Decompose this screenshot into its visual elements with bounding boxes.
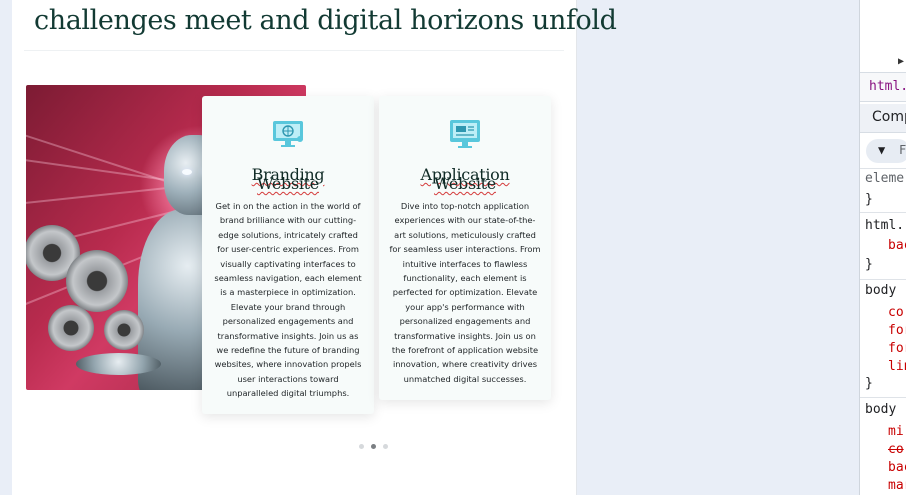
style-property[interactable]: for xyxy=(888,322,906,340)
card-description: Get in on the action in the world of bra… xyxy=(214,201,362,399)
carousel-dot[interactable] xyxy=(359,444,364,449)
carousel-dot-active[interactable] xyxy=(371,444,376,449)
card-description: Dive into top-notch application experien… xyxy=(389,201,541,384)
carousel-dots xyxy=(359,444,388,450)
service-card-branding[interactable]: Branding Website Get in on the action in… xyxy=(202,96,374,414)
card-title: Application Website xyxy=(379,166,551,193)
application-monitor-icon xyxy=(450,120,480,148)
style-property[interactable]: bac xyxy=(888,237,906,255)
style-brace: } xyxy=(865,257,873,272)
breadcrumb-node[interactable]: html.. xyxy=(869,79,906,94)
style-brace: } xyxy=(865,192,873,207)
tab-label: Comp xyxy=(872,109,906,125)
gear-icon xyxy=(104,310,144,350)
style-selector[interactable]: body xyxy=(865,401,896,419)
section-headline: challenges meet and digital horizons unf… xyxy=(34,5,617,36)
devtools-tab-computed[interactable]: Comp xyxy=(860,104,906,133)
styles-filter-input[interactable]: ▼ F xyxy=(866,139,906,163)
card-title-line: Website xyxy=(434,174,496,193)
gear-icon xyxy=(48,305,94,351)
carousel-dot[interactable] xyxy=(383,444,388,449)
divider xyxy=(860,279,906,280)
robot-hand xyxy=(76,353,161,375)
style-property[interactable]: mi xyxy=(888,423,904,441)
gear-icon xyxy=(66,250,128,312)
branding-monitor-icon xyxy=(273,121,303,147)
card-title: Branding Website xyxy=(202,166,374,193)
style-selector[interactable]: eleme xyxy=(865,170,904,188)
page-content: challenges meet and digital horizons unf… xyxy=(12,0,617,495)
style-property[interactable]: co xyxy=(888,304,904,322)
style-property[interactable]: lin xyxy=(888,358,906,376)
robot-eye xyxy=(182,169,192,175)
style-property-overridden[interactable]: co xyxy=(888,441,904,459)
filter-icon: ▼ xyxy=(878,143,886,157)
divider xyxy=(860,212,906,213)
style-property[interactable]: bac xyxy=(888,459,906,477)
divider xyxy=(860,168,906,169)
style-selector[interactable]: body xyxy=(865,282,896,300)
headline-divider xyxy=(24,50,564,51)
divider xyxy=(860,397,906,398)
service-card-application[interactable]: Application Website Dive into top-notch … xyxy=(379,96,551,400)
card-title-line: Website xyxy=(257,174,319,193)
devtools-breadcrumb[interactable]: html.. xyxy=(860,72,906,102)
devtools-panel: ▶ html.. Comp ▼ F eleme } html. bac } bo… xyxy=(859,0,906,495)
style-selector[interactable]: html. xyxy=(865,217,904,235)
style-property[interactable]: for xyxy=(888,340,906,358)
filter-placeholder: F xyxy=(899,143,906,157)
style-brace: } xyxy=(865,376,873,391)
expand-triangle-icon[interactable]: ▶ xyxy=(898,56,904,67)
style-property[interactable]: mar xyxy=(888,477,906,495)
